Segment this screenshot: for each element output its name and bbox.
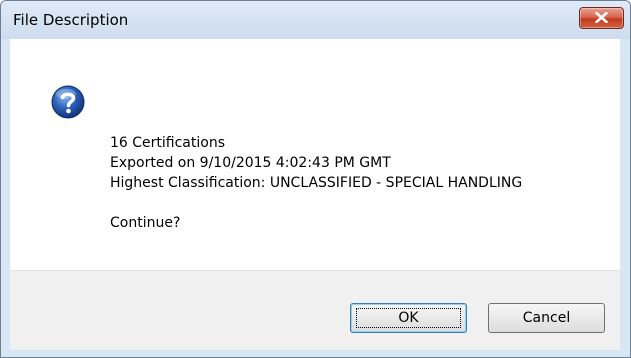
continue-prompt: Continue? <box>110 215 181 231</box>
close-button[interactable] <box>579 7 624 29</box>
window-title: File Description <box>13 11 129 29</box>
question-icon <box>51 85 85 119</box>
ok-button-label: OK <box>398 310 419 326</box>
dialog-content: 16 Certifications Exported on 9/10/2015 … <box>10 39 620 270</box>
export-date: Exported on 9/10/2015 4:02:43 PM GMT <box>110 155 391 171</box>
message-text: 16 Certifications Exported on 9/10/2015 … <box>110 133 522 233</box>
classification: Highest Classification: UNCLASSIFIED - S… <box>110 175 523 191</box>
ok-button[interactable]: OK <box>350 303 467 333</box>
button-bar: OK Cancel <box>10 270 620 350</box>
title-bar[interactable]: File Description <box>1 1 630 39</box>
close-icon <box>595 12 608 23</box>
cancel-button-label: Cancel <box>522 310 571 326</box>
file-description-dialog: File Description 16 Certifications Expor… <box>0 0 631 358</box>
cancel-button[interactable]: Cancel <box>488 303 605 333</box>
certifications-count: 16 Certifications <box>110 135 225 151</box>
